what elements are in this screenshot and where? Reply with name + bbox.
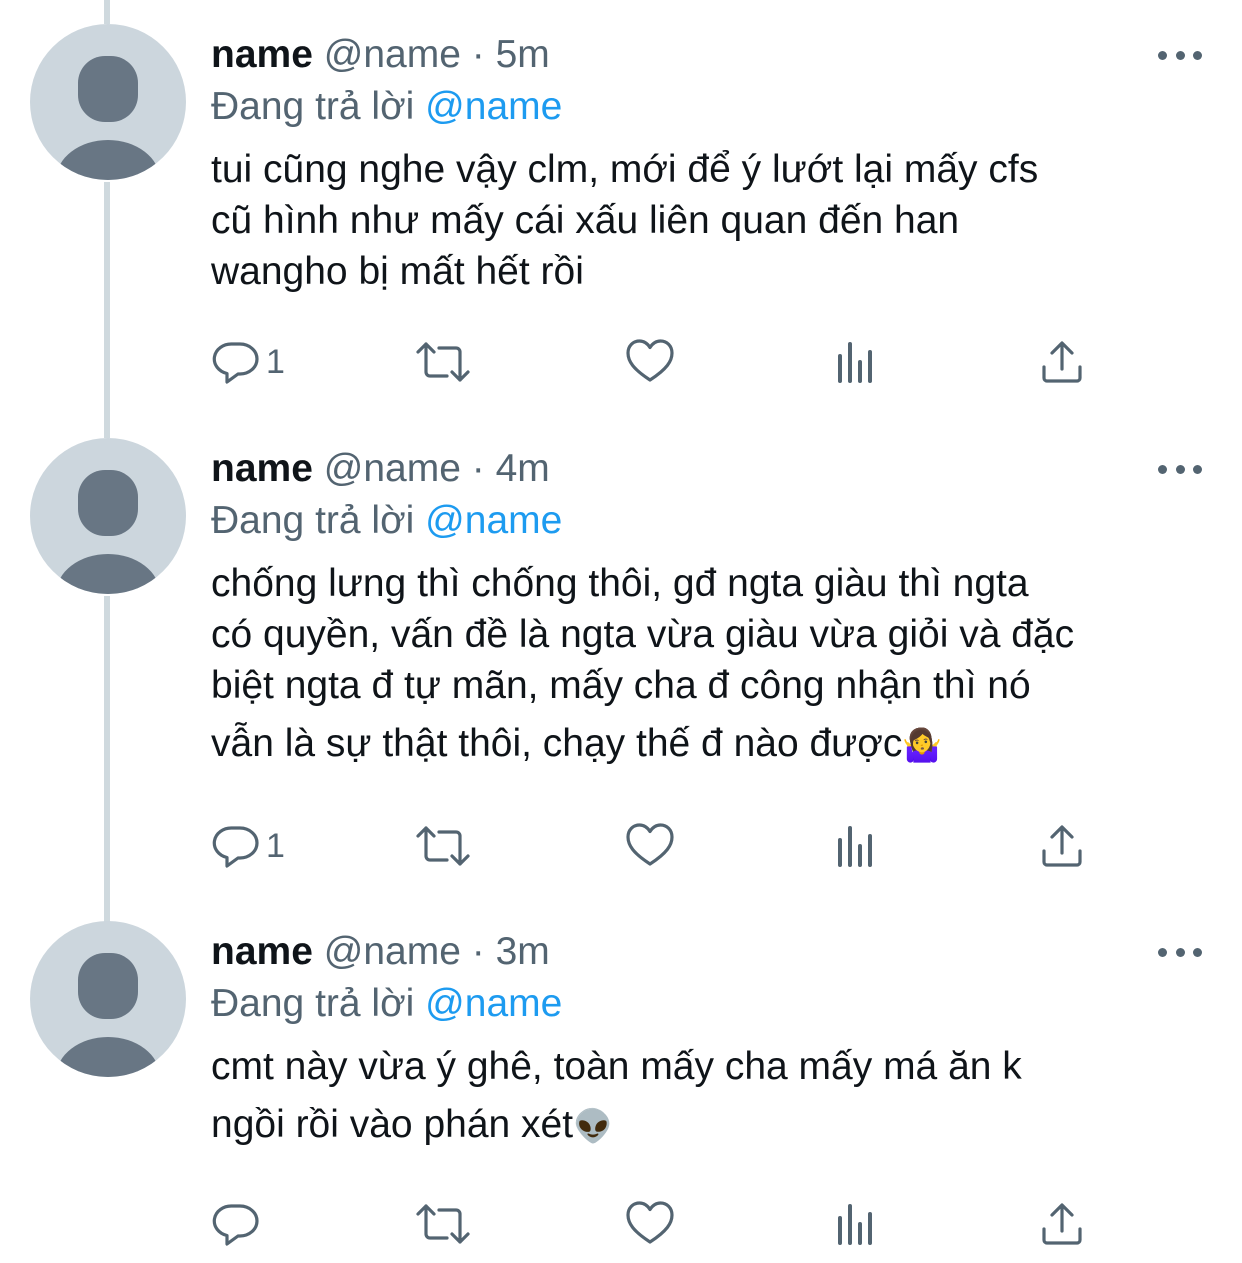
separator-dot: · xyxy=(460,447,496,490)
separator-dot: · xyxy=(460,33,496,76)
retweet-button[interactable] xyxy=(413,332,473,392)
user-handle: @name · 5m xyxy=(324,33,550,76)
tweet-text-line: biệt ngta đ tự mãn, mấy cha đ công nhận … xyxy=(211,664,1031,707)
tweet-text: chống lưng thì chống thôi, gđ ngta giàu … xyxy=(211,558,1211,778)
share-button[interactable] xyxy=(1038,332,1086,392)
replying-to: Đang trả lời @name xyxy=(211,979,562,1029)
tweet-text-line: có quyền, vấn đề là ngta vừa giàu vừa gi… xyxy=(211,613,1075,656)
like-button[interactable] xyxy=(625,816,675,876)
tweet-actions: 1 xyxy=(0,332,1242,392)
tweet-header: name @name · 3m xyxy=(211,927,550,977)
replying-to: Đang trả lời @name xyxy=(211,496,562,546)
tweet-text-fragment: vẫn là sự thật thôi, chạy thế đ nào được xyxy=(211,722,903,765)
user-handle: @name · 4m xyxy=(324,447,550,490)
more-icon[interactable] xyxy=(1158,42,1202,68)
retweet-icon xyxy=(416,1204,470,1244)
like-icon xyxy=(626,1201,674,1244)
avatar-placeholder-icon xyxy=(56,470,160,594)
tweet-text-line: wangho bị mất hết rồi xyxy=(211,250,584,293)
retweet-button[interactable] xyxy=(413,1194,473,1254)
replying-to-handle-link[interactable]: @name xyxy=(425,85,562,128)
tweet-text-line: cmt này vừa ý ghê, toàn mấy cha mấy má ă… xyxy=(211,1045,1022,1088)
views-button[interactable] xyxy=(834,1194,878,1254)
timestamp[interactable]: 5m xyxy=(496,33,550,76)
retweet-icon xyxy=(416,342,470,382)
tweet-text-line: tui cũng nghe vậy clm, mới để ý lướt lại… xyxy=(211,148,1039,191)
like-icon xyxy=(626,823,674,866)
tweet-header: name @name · 5m xyxy=(211,30,550,80)
handle-text: @name xyxy=(323,33,461,76)
replying-to-label: Đang trả lời xyxy=(211,85,426,128)
thread-connector-line xyxy=(104,182,110,438)
like-button[interactable] xyxy=(625,332,675,392)
views-button[interactable] xyxy=(834,332,878,392)
tweet-actions xyxy=(0,1194,1242,1254)
tweet-text: tui cũng nghe vậy clm, mới để ý lướt lại… xyxy=(211,144,1211,297)
more-icon[interactable] xyxy=(1158,456,1202,482)
share-icon xyxy=(1042,341,1082,383)
avatar-placeholder-icon xyxy=(56,56,160,180)
tweet-text-line: cũ hình như mấy cái xấu liên quan đến ha… xyxy=(211,199,960,242)
views-icon xyxy=(838,1204,872,1245)
shrug-emoji: 🤷‍♀️ xyxy=(902,727,943,763)
avatar[interactable] xyxy=(30,921,186,1077)
timestamp[interactable]: 4m xyxy=(496,447,550,490)
reply-button[interactable]: 1 xyxy=(212,816,285,876)
thread-connector-line xyxy=(104,0,110,24)
share-icon xyxy=(1042,825,1082,867)
tweet-text-line: ngồi rồi vào phán xét👽 xyxy=(211,1092,1211,1159)
tweet-header: name @name · 4m xyxy=(211,444,550,494)
handle-text: @name xyxy=(323,447,461,490)
retweet-button[interactable] xyxy=(413,816,473,876)
avatar-placeholder-icon xyxy=(56,953,160,1077)
views-button[interactable] xyxy=(834,816,878,876)
alien-emoji: 👽 xyxy=(573,1108,613,1144)
retweet-icon xyxy=(416,826,470,866)
separator-dot: · xyxy=(460,930,496,973)
like-button[interactable] xyxy=(625,1194,675,1254)
replying-to-handle-link[interactable]: @name xyxy=(425,499,562,542)
like-icon xyxy=(626,339,674,382)
replying-to-label: Đang trả lời xyxy=(211,499,426,542)
views-icon xyxy=(838,826,872,867)
tweet-text-line: chống lưng thì chống thôi, gđ ngta giàu … xyxy=(211,562,1029,605)
timestamp[interactable]: 3m xyxy=(496,930,550,973)
reply-thread: name @name · 5m Đang trả lời @name tui c… xyxy=(0,0,1242,1263)
reply-count: 1 xyxy=(266,827,285,865)
more-icon[interactable] xyxy=(1158,939,1202,965)
reply-icon xyxy=(212,826,259,868)
reply-icon xyxy=(212,1204,259,1246)
avatar[interactable] xyxy=(30,24,186,180)
avatar[interactable] xyxy=(30,438,186,594)
tweet-text-fragment: ngồi rồi vào phán xét xyxy=(211,1103,574,1146)
display-name[interactable]: name xyxy=(211,447,313,490)
reply-button[interactable]: 1 xyxy=(212,332,285,392)
display-name[interactable]: name xyxy=(211,930,313,973)
handle-text: @name xyxy=(323,930,461,973)
replying-to-handle-link[interactable]: @name xyxy=(425,982,562,1025)
views-icon xyxy=(838,342,872,383)
replying-to-label: Đang trả lời xyxy=(211,982,426,1025)
reply-count: 1 xyxy=(266,343,285,381)
replying-to: Đang trả lời @name xyxy=(211,82,562,132)
share-button[interactable] xyxy=(1038,1194,1086,1254)
user-handle: @name · 3m xyxy=(324,930,550,973)
reply-button[interactable] xyxy=(212,1194,266,1254)
share-button[interactable] xyxy=(1038,816,1086,876)
reply-icon xyxy=(212,342,259,384)
tweet-text: cmt này vừa ý ghê, toàn mấy cha mấy má ă… xyxy=(211,1041,1211,1159)
tweet-actions: 1 xyxy=(0,816,1242,876)
display-name[interactable]: name xyxy=(211,33,313,76)
share-icon xyxy=(1042,1203,1082,1245)
tweet-text-line: vẫn là sự thật thôi, chạy thế đ nào được… xyxy=(211,711,1211,778)
